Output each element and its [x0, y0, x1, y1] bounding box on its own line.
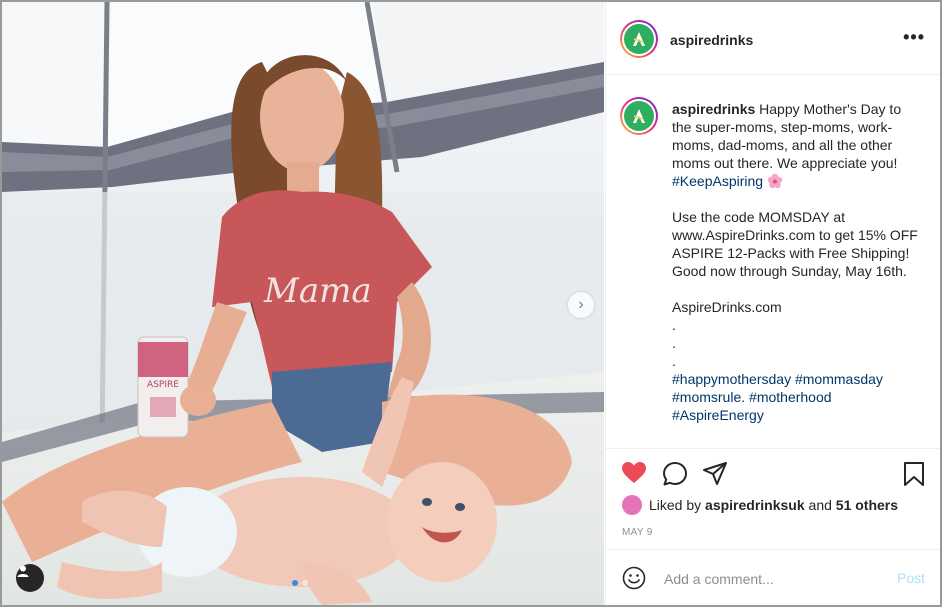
liker-avatar	[622, 495, 642, 515]
carousel-dot-active	[292, 580, 298, 586]
post-comment-button[interactable]: Post	[897, 570, 925, 586]
post-caption: aspiredrinks Happy Mother's Day to the s…	[672, 100, 922, 424]
caption-dot: .	[672, 335, 676, 351]
header-username[interactable]: aspiredrinks	[670, 32, 753, 48]
user-tag-icon	[17, 565, 29, 577]
caption-dot: .	[672, 353, 676, 369]
caption-section: aspiredrinks Happy Mother's Day to the s…	[606, 75, 940, 447]
comment-icon[interactable]	[662, 461, 688, 487]
more-options-icon[interactable]: •••	[903, 28, 925, 46]
svg-text:Mama: Mama	[263, 271, 372, 311]
hashtag-keepaspiring[interactable]: #KeepAspiring	[672, 173, 763, 189]
caption-username[interactable]: aspiredrinks	[672, 101, 755, 117]
post-date: MAY 9	[622, 527, 653, 538]
liker-username[interactable]: aspiredrinksuk	[705, 497, 805, 513]
bookmark-icon[interactable]	[903, 461, 925, 487]
avatar[interactable]	[620, 20, 658, 58]
hashtag-motherhood[interactable]: #motherhood	[749, 389, 832, 405]
instagram-post-window: Mama ASPIRE › aspiredrinks ••• aspiredri…	[0, 0, 942, 607]
caption-dot: .	[672, 317, 676, 333]
likes-prefix: Liked by	[649, 497, 702, 513]
caption-avatar[interactable]	[620, 97, 658, 135]
caption-website: AspireDrinks.com	[672, 299, 782, 315]
aspire-logo-icon	[633, 109, 645, 123]
carousel-next-button[interactable]: ›	[568, 292, 594, 318]
post-actions: Liked by aspiredrinksuk and 51 others MA…	[606, 448, 940, 549]
aspire-logo-icon	[633, 32, 645, 46]
likes-summary[interactable]: Liked by aspiredrinksuk and 51 others	[622, 495, 898, 515]
hashtag-happymothersday[interactable]: #happymothersday	[672, 371, 791, 387]
cherry-blossom-icon	[767, 173, 783, 189]
post-side-panel: aspiredrinks ••• aspiredrinks Happy Moth…	[605, 2, 940, 605]
comment-input[interactable]	[662, 564, 886, 594]
svg-text:ASPIRE: ASPIRE	[147, 380, 179, 390]
likes-and: and	[808, 497, 832, 513]
likes-others-count[interactable]: 51 others	[836, 497, 898, 513]
photo-illustration: Mama ASPIRE	[2, 2, 604, 605]
emoji-icon[interactable]	[622, 566, 646, 590]
carousel-indicator	[292, 580, 308, 586]
comment-section: Post	[606, 549, 940, 605]
heart-icon[interactable]	[621, 461, 647, 485]
caption-text-2: Use the code MOMSDAY at www.AspireDrinks…	[672, 209, 918, 279]
post-header: aspiredrinks •••	[606, 2, 940, 75]
post-photo[interactable]: Mama ASPIRE ›	[2, 2, 604, 605]
user-tag-button[interactable]	[16, 564, 44, 592]
hashtag-mommasday[interactable]: #mommasday	[795, 371, 883, 387]
paper-plane-icon[interactable]	[702, 461, 728, 487]
chevron-right-icon: ›	[578, 296, 584, 313]
hashtag-momsrule[interactable]: #momsrule.	[672, 389, 745, 405]
carousel-dot	[302, 580, 308, 586]
hashtag-aspireenergy[interactable]: #AspireEnergy	[672, 407, 764, 423]
